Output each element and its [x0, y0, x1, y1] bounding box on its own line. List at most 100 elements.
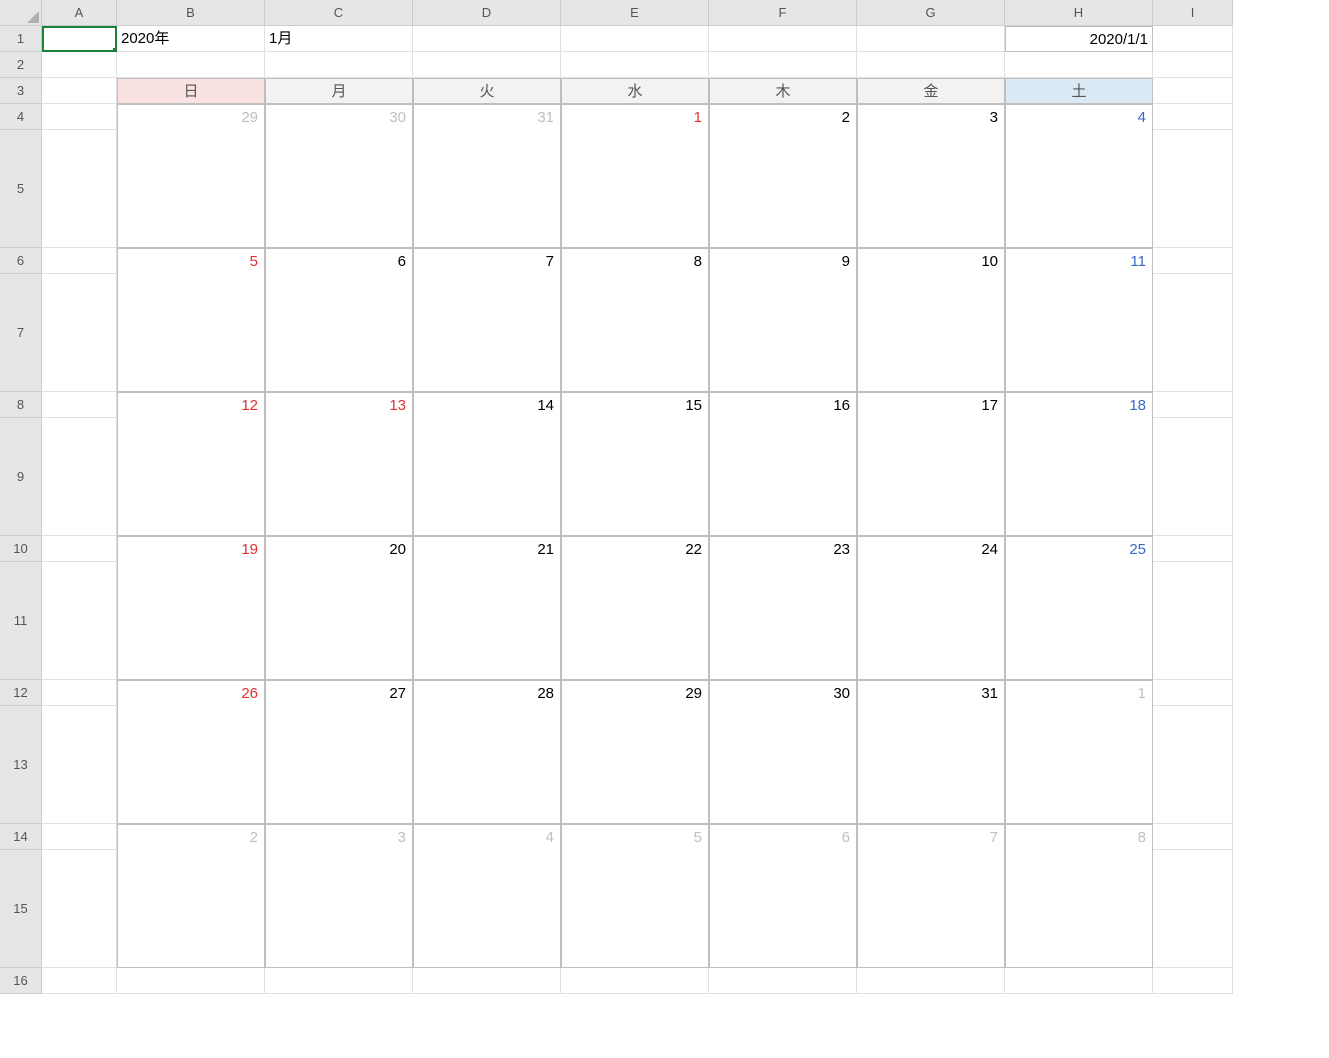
calendar-day-0-4[interactable]: 2: [709, 104, 857, 130]
cell-A2[interactable]: [42, 52, 117, 78]
calendar-day-2-0[interactable]: 12: [117, 392, 265, 418]
row-header-2[interactable]: 2: [0, 52, 42, 78]
calendar-body-4-2[interactable]: [413, 706, 561, 824]
cell-G16[interactable]: [857, 968, 1005, 994]
cell-D16[interactable]: [413, 968, 561, 994]
weekday-header-3[interactable]: 水: [561, 78, 709, 104]
row-header-6[interactable]: 6: [0, 248, 42, 274]
calendar-day-5-4[interactable]: 6: [709, 824, 857, 850]
cell-I12[interactable]: [1153, 680, 1233, 706]
cell-G1[interactable]: [857, 26, 1005, 52]
weekday-header-1[interactable]: 月: [265, 78, 413, 104]
calendar-body-3-2[interactable]: [413, 562, 561, 680]
calendar-body-5-2[interactable]: [413, 850, 561, 968]
cell-A1[interactable]: [42, 26, 117, 52]
calendar-body-0-6[interactable]: [1005, 130, 1153, 248]
calendar-body-1-4[interactable]: [709, 274, 857, 392]
cell-A13[interactable]: [42, 706, 117, 824]
calendar-day-3-2[interactable]: 21: [413, 536, 561, 562]
calendar-day-1-0[interactable]: 5: [117, 248, 265, 274]
cell-A3[interactable]: [42, 78, 117, 104]
calendar-body-4-5[interactable]: [857, 706, 1005, 824]
calendar-body-0-5[interactable]: [857, 130, 1005, 248]
cell-I11[interactable]: [1153, 562, 1233, 680]
calendar-day-3-1[interactable]: 20: [265, 536, 413, 562]
row-header-5[interactable]: 5: [0, 130, 42, 248]
row-header-12[interactable]: 12: [0, 680, 42, 706]
calendar-body-1-1[interactable]: [265, 274, 413, 392]
cell-A11[interactable]: [42, 562, 117, 680]
calendar-body-4-0[interactable]: [117, 706, 265, 824]
calendar-body-5-0[interactable]: [117, 850, 265, 968]
calendar-day-4-5[interactable]: 31: [857, 680, 1005, 706]
calendar-day-0-6[interactable]: 4: [1005, 104, 1153, 130]
cell-I1[interactable]: [1153, 26, 1233, 52]
cell-I16[interactable]: [1153, 968, 1233, 994]
cell-F2[interactable]: [709, 52, 857, 78]
calendar-day-0-5[interactable]: 3: [857, 104, 1005, 130]
row-header-7[interactable]: 7: [0, 274, 42, 392]
calendar-day-4-4[interactable]: 30: [709, 680, 857, 706]
row-header-13[interactable]: 13: [0, 706, 42, 824]
calendar-body-3-1[interactable]: [265, 562, 413, 680]
row-header-9[interactable]: 9: [0, 418, 42, 536]
calendar-body-1-6[interactable]: [1005, 274, 1153, 392]
row-header-3[interactable]: 3: [0, 78, 42, 104]
cell-C16[interactable]: [265, 968, 413, 994]
cell-H2[interactable]: [1005, 52, 1153, 78]
calendar-body-0-3[interactable]: [561, 130, 709, 248]
cell-A15[interactable]: [42, 850, 117, 968]
weekday-header-2[interactable]: 火: [413, 78, 561, 104]
cell-I2[interactable]: [1153, 52, 1233, 78]
calendar-body-1-0[interactable]: [117, 274, 265, 392]
weekday-header-0[interactable]: 日: [117, 78, 265, 104]
calendar-body-2-3[interactable]: [561, 418, 709, 536]
calendar-day-2-5[interactable]: 17: [857, 392, 1005, 418]
calendar-body-5-1[interactable]: [265, 850, 413, 968]
select-all-corner[interactable]: [0, 0, 42, 26]
calendar-body-2-6[interactable]: [1005, 418, 1153, 536]
cell-I5[interactable]: [1153, 130, 1233, 248]
calendar-body-4-1[interactable]: [265, 706, 413, 824]
calendar-day-3-5[interactable]: 24: [857, 536, 1005, 562]
cell-A10[interactable]: [42, 536, 117, 562]
calendar-body-5-4[interactable]: [709, 850, 857, 968]
calendar-body-3-0[interactable]: [117, 562, 265, 680]
cell-E1[interactable]: [561, 26, 709, 52]
calendar-body-2-2[interactable]: [413, 418, 561, 536]
calendar-body-5-3[interactable]: [561, 850, 709, 968]
calendar-body-0-1[interactable]: [265, 130, 413, 248]
column-header-F[interactable]: F: [709, 0, 857, 26]
calendar-day-5-2[interactable]: 4: [413, 824, 561, 850]
calendar-day-3-0[interactable]: 19: [117, 536, 265, 562]
column-header-I[interactable]: I: [1153, 0, 1233, 26]
cell-E2[interactable]: [561, 52, 709, 78]
calendar-day-1-5[interactable]: 10: [857, 248, 1005, 274]
row-header-11[interactable]: 11: [0, 562, 42, 680]
calendar-body-1-5[interactable]: [857, 274, 1005, 392]
calendar-body-5-6[interactable]: [1005, 850, 1153, 968]
column-header-B[interactable]: B: [117, 0, 265, 26]
column-header-E[interactable]: E: [561, 0, 709, 26]
weekday-header-6[interactable]: 土: [1005, 78, 1153, 104]
cell-C2[interactable]: [265, 52, 413, 78]
calendar-day-1-4[interactable]: 9: [709, 248, 857, 274]
row-header-16[interactable]: 16: [0, 968, 42, 994]
calendar-day-1-3[interactable]: 8: [561, 248, 709, 274]
calendar-body-4-6[interactable]: [1005, 706, 1153, 824]
cell-C1[interactable]: 1月: [265, 26, 413, 52]
cell-B2[interactable]: [117, 52, 265, 78]
calendar-day-5-3[interactable]: 5: [561, 824, 709, 850]
calendar-day-5-6[interactable]: 8: [1005, 824, 1153, 850]
calendar-day-2-2[interactable]: 14: [413, 392, 561, 418]
cell-I10[interactable]: [1153, 536, 1233, 562]
calendar-body-3-4[interactable]: [709, 562, 857, 680]
cell-I8[interactable]: [1153, 392, 1233, 418]
cell-A5[interactable]: [42, 130, 117, 248]
cell-A4[interactable]: [42, 104, 117, 130]
calendar-body-5-5[interactable]: [857, 850, 1005, 968]
cell-I9[interactable]: [1153, 418, 1233, 536]
calendar-body-3-5[interactable]: [857, 562, 1005, 680]
cell-A14[interactable]: [42, 824, 117, 850]
cell-A8[interactable]: [42, 392, 117, 418]
